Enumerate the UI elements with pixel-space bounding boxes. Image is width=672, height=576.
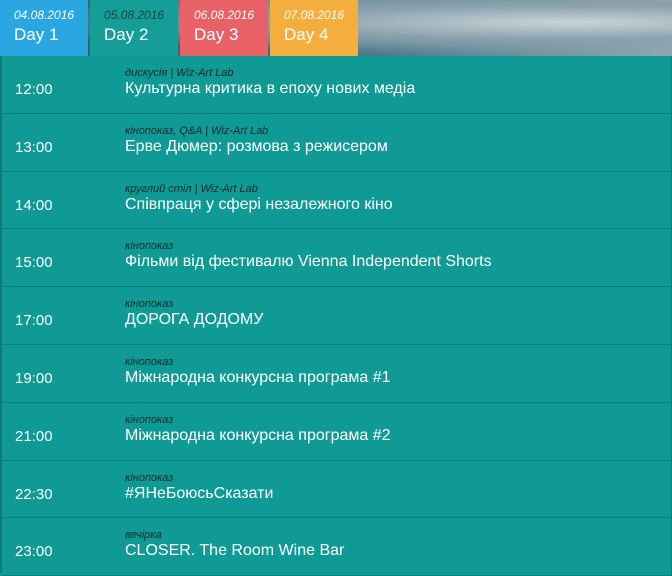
event-time: 14:00 <box>15 196 53 214</box>
event-time: 23:00 <box>15 543 53 561</box>
event-row[interactable]: 22:30 кінопоказ #ЯНеБоюсьСказати <box>2 460 672 519</box>
tab-date: 04.08.2016 <box>14 8 75 22</box>
tab-day-1[interactable]: 04.08.2016 Day 1 <box>0 0 88 56</box>
event-tag: кінопоказ <box>125 355 174 368</box>
schedule-list: 12:00 дискусія | Wiz-Art Lab Культурна к… <box>0 56 672 576</box>
event-time: 19:00 <box>15 369 53 387</box>
event-time: 17:00 <box>15 312 53 330</box>
event-tag: кінопоказ <box>125 471 174 484</box>
tab-label: Day 3 <box>194 25 239 44</box>
event-tag: кінопоказ, Q&A | Wiz-Art Lab <box>125 124 269 137</box>
event-row[interactable]: 21:00 кінопоказ Міжнародна конкурсна про… <box>2 402 672 461</box>
event-title[interactable]: Культурна критика в епоху нових медіа <box>125 80 415 98</box>
event-tag: дискусія | Wiz-Art Lab <box>125 67 234 79</box>
tab-day-2[interactable]: 05.08.2016 Day 2 <box>90 0 178 56</box>
event-title[interactable]: #ЯНеБоюсьСказати <box>125 485 273 503</box>
event-time: 13:00 <box>15 138 53 156</box>
event-title[interactable]: ДОРОГА ДОДОМУ <box>125 311 263 329</box>
event-title[interactable]: Фільми від фестивалю Vienna Independent … <box>125 253 492 271</box>
event-title[interactable]: CLOSER. The Room Wine Bar <box>125 542 344 560</box>
event-tag: круглий стіл | Wiz-Art Lab <box>125 182 258 195</box>
event-row[interactable]: 14:00 круглий стіл | Wiz-Art Lab Співпра… <box>2 171 672 230</box>
event-row[interactable]: 19:00 кінопоказ Міжнародна конкурсна про… <box>2 344 672 403</box>
event-row[interactable]: 12:00 дискусія | Wiz-Art Lab Культурна к… <box>2 56 672 114</box>
tab-date: 05.08.2016 <box>104 8 165 22</box>
tab-label: Day 1 <box>14 25 59 44</box>
tab-date: 06.08.2016 <box>194 8 255 22</box>
tab-label: Day 4 <box>284 25 329 44</box>
event-tag: кінопоказ <box>125 298 174 311</box>
event-row[interactable]: 23:00 вечірка CLOSER. The Room Wine Bar <box>2 518 672 576</box>
event-tag: вечірка <box>125 529 162 542</box>
event-time: 12:00 <box>15 81 53 98</box>
event-title[interactable]: Співпраця у сфері незалежного кіно <box>125 196 393 214</box>
tab-day-3[interactable]: 06.08.2016 Day 3 <box>180 0 268 56</box>
event-row[interactable]: 17:00 кінопоказ ДОРОГА ДОДОМУ <box>2 287 672 345</box>
event-title[interactable]: Ерве Дюмер: розмова з режисером <box>125 138 388 156</box>
event-tag: кінопоказ <box>125 413 174 426</box>
event-title[interactable]: Міжнародна конкурсна програма #1 <box>125 369 391 387</box>
event-time: 15:00 <box>15 254 53 272</box>
tab-date: 07.08.2016 <box>284 8 345 22</box>
event-time: 22:30 <box>15 485 53 503</box>
event-row[interactable]: 15:00 кінопоказ Фільми від фестивалю Vie… <box>2 229 672 288</box>
event-tag: кінопоказ <box>125 240 174 253</box>
day-tabs: 04.08.2016 Day 1 05.08.2016 Day 2 06.08.… <box>0 0 360 56</box>
event-title[interactable]: Міжнародна конкурсна програма #2 <box>125 427 391 445</box>
tab-day-4[interactable]: 07.08.2016 Day 4 <box>270 0 358 56</box>
tab-label: Day 2 <box>104 25 149 44</box>
event-time: 21:00 <box>15 427 53 445</box>
event-row[interactable]: 13:00 кінопоказ, Q&A | Wiz-Art Lab Ерве … <box>2 113 672 172</box>
